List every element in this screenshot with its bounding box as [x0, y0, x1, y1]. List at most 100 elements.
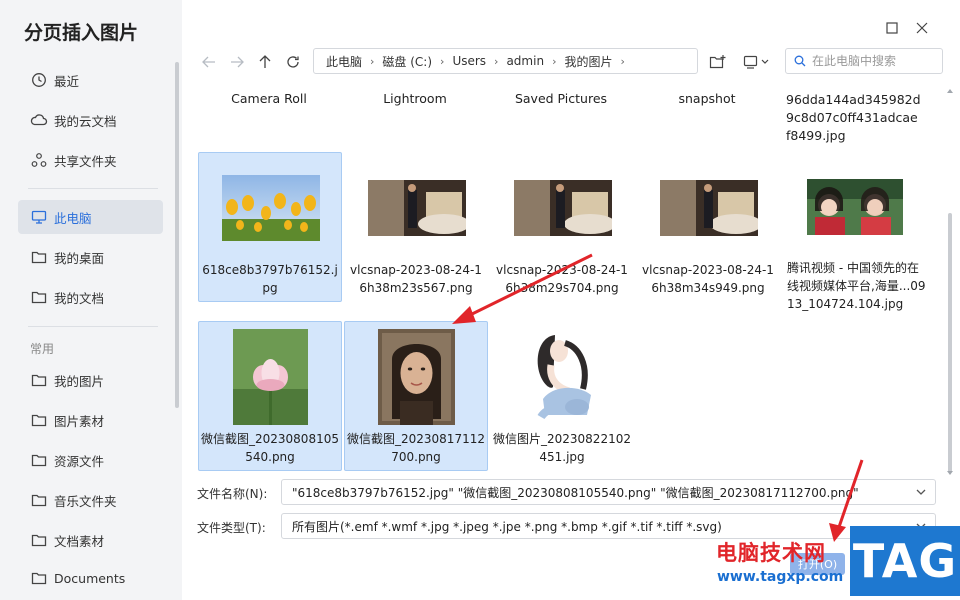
file-list-scrollbar[interactable]	[947, 88, 953, 476]
image-thumbnail	[368, 180, 466, 236]
close-icon	[916, 22, 928, 34]
clock-icon	[30, 71, 48, 89]
file-name: 腾讯视频 - 中国领先的在线视频媒体平台,海量...0913_104724.10…	[787, 261, 926, 311]
file-tile[interactable]: 微信截图_20230817112700.png	[344, 321, 488, 471]
sidebar-divider	[28, 326, 158, 327]
image-thumbnail	[660, 180, 758, 236]
image-thumbnail	[378, 329, 455, 425]
sidebar-item-desktop[interactable]: 我的桌面	[18, 240, 163, 274]
sidebar-item-label: 我的桌面	[54, 250, 105, 266]
breadcrumb-item[interactable]: 磁盘 (C:)	[382, 53, 432, 70]
chevron-right-icon: ›	[440, 54, 445, 68]
image-thumbnail	[233, 329, 308, 425]
sidebar-item-label: 我的云文档	[54, 113, 117, 129]
arrow-up-icon	[259, 55, 271, 68]
forward-button[interactable]	[225, 50, 249, 74]
sidebar-item-label: 音乐文件夹	[54, 493, 117, 509]
sidebar: 分页插入图片 最近 我的云文档 共享文件夹 此电脑 我的桌面 我的文档 常用 我…	[0, 0, 182, 600]
refresh-button[interactable]	[281, 50, 305, 74]
filetype-select[interactable]: 所有图片(*.emf *.wmf *.jpg *.jpeg *.jpe *.pn…	[281, 513, 936, 539]
folder-item[interactable]: Saved Pictures	[491, 91, 631, 106]
close-button[interactable]	[910, 16, 934, 40]
monitor-icon	[30, 208, 48, 226]
sidebar-item-documents-en[interactable]: Documents	[18, 563, 163, 593]
breadcrumb: 此电脑 › 磁盘 (C:) › Users › admin › 我的图片 ›	[313, 48, 698, 74]
folder-item[interactable]: snapshot	[637, 91, 777, 106]
search-input[interactable]	[812, 54, 937, 68]
file-tile[interactable]: 微信截图_20230808105540.png	[198, 321, 342, 471]
chevron-down-icon[interactable]	[915, 486, 927, 498]
folder-item[interactable]: Camera Roll	[199, 91, 339, 106]
sidebar-item-cloud[interactable]: 我的云文档	[18, 103, 163, 137]
chevron-right-icon: ›	[494, 54, 499, 68]
sidebar-item-music[interactable]: 音乐文件夹	[18, 483, 163, 517]
folder-item[interactable]: Lightroom	[345, 91, 485, 106]
sidebar-item-label: 共享文件夹	[54, 153, 117, 169]
watermark-text: 电脑技术网	[716, 541, 826, 565]
folder-icon	[30, 288, 48, 306]
sidebar-item-label: 资源文件	[54, 453, 105, 469]
file-tile[interactable]: 618ce8b3797b76152.jpg	[198, 152, 342, 302]
view-mode-button[interactable]	[742, 50, 774, 74]
watermark-logo: TAG	[850, 526, 960, 596]
back-button[interactable]	[197, 50, 221, 74]
folder-icon	[30, 569, 48, 587]
file-name: 微信截图_20230817112700.png	[347, 432, 485, 464]
maximize-icon	[886, 22, 898, 34]
search-icon	[794, 55, 806, 67]
search-box[interactable]	[785, 48, 943, 74]
file-name: 微信图片_20230822102451.jpg	[493, 432, 631, 464]
scroll-up-icon	[947, 89, 953, 93]
sidebar-item-recent[interactable]: 最近	[18, 63, 163, 97]
file-tile[interactable]: vlcsnap-2023-08-24-16h38m34s949.png	[636, 152, 780, 302]
file-tile[interactable]: 微信图片_20230822102451.jpg	[490, 321, 634, 471]
sidebar-item-label: 文档素材	[54, 533, 105, 549]
arrow-left-icon	[202, 56, 215, 68]
folder-icon	[30, 411, 48, 429]
filename-field[interactable]: "618ce8b3797b76152.jpg" "微信截图_2023080810…	[281, 479, 936, 505]
image-thumbnail	[222, 175, 320, 241]
image-thumbnail	[807, 179, 903, 235]
breadcrumb-item[interactable]: 我的图片	[564, 53, 612, 70]
cloud-icon	[30, 111, 48, 129]
chevron-right-icon: ›	[370, 54, 375, 68]
file-tile[interactable]: vlcsnap-2023-08-24-16h38m23s567.png	[344, 152, 488, 302]
breadcrumb-item[interactable]: admin	[506, 54, 544, 68]
sidebar-item-this-pc[interactable]: 此电脑	[18, 200, 163, 234]
folder-icon	[30, 531, 48, 549]
file-item[interactable]: 96dda144ad345982d9c8d07c0ff431adcaef8499…	[786, 91, 922, 145]
image-thumbnail	[514, 180, 612, 236]
breadcrumb-item[interactable]: 此电脑	[326, 53, 362, 70]
refresh-icon	[287, 56, 299, 68]
share-icon	[30, 151, 48, 169]
watermark-url: www.tagxp.com	[717, 569, 844, 585]
sidebar-item-doc-assets[interactable]: 文档素材	[18, 523, 163, 557]
sidebar-item-image-assets[interactable]: 图片素材	[18, 403, 163, 437]
sidebar-item-label: 最近	[54, 73, 80, 89]
sidebar-item-label: 我的文档	[54, 290, 105, 306]
filename-label: 文件名称(N):	[197, 487, 268, 501]
folder-icon	[30, 451, 48, 469]
breadcrumb-item[interactable]: Users	[452, 54, 486, 68]
scrollbar-thumb[interactable]	[948, 213, 952, 473]
sidebar-divider	[28, 188, 158, 189]
arrow-right-icon	[231, 56, 244, 68]
filename-value: "618ce8b3797b76152.jpg" "微信截图_2023080810…	[292, 485, 859, 500]
sidebar-item-label: 图片素材	[54, 413, 105, 429]
chevron-right-icon: ›	[620, 54, 625, 68]
sidebar-item-shared[interactable]: 共享文件夹	[18, 143, 163, 177]
sidebar-section-label: 常用	[30, 342, 55, 356]
file-name: 微信截图_20230808105540.png	[201, 432, 339, 464]
sidebar-item-label: 此电脑	[54, 210, 92, 226]
file-tile[interactable]: vlcsnap-2023-08-24-16h38m29s704.png	[490, 152, 634, 302]
sidebar-scrollbar[interactable]	[175, 62, 179, 408]
up-button[interactable]	[253, 50, 277, 74]
file-tile[interactable]: 腾讯视频 - 中国领先的在线视频媒体平台,海量...0913_104724.10…	[782, 152, 932, 311]
maximize-button[interactable]	[880, 16, 904, 40]
sidebar-item-label: Documents	[54, 570, 126, 586]
sidebar-item-documents[interactable]: 我的文档	[18, 280, 163, 314]
new-folder-button[interactable]	[706, 50, 730, 74]
chevron-right-icon: ›	[552, 54, 557, 68]
sidebar-item-resources[interactable]: 资源文件	[18, 443, 163, 477]
sidebar-item-my-pictures[interactable]: 我的图片	[18, 363, 163, 397]
